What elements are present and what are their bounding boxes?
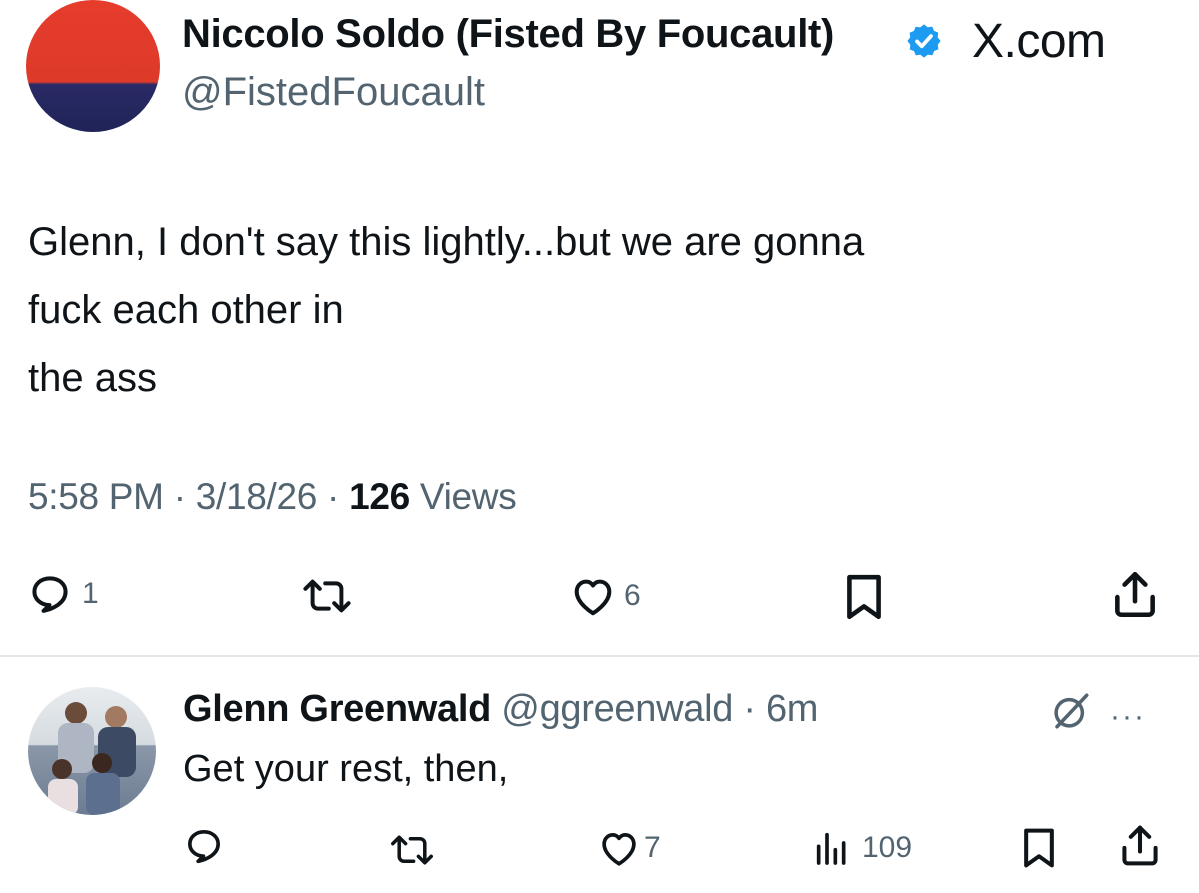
reply-icon [28, 572, 72, 616]
share-icon [1110, 568, 1160, 622]
tweet-meta: 5:58 PM · 3/18/26 · 126 Views [28, 476, 517, 518]
tweet-text-line: the ass [28, 356, 157, 400]
author-handle[interactable]: @FistedFoucault [182, 70, 485, 115]
meta-separator: · [327, 476, 340, 517]
reply-author-name[interactable]: Glenn Greenwald [183, 688, 491, 730]
retweet-icon [388, 830, 436, 870]
reply-author-handle[interactable]: @ggreenwald [501, 688, 733, 730]
reply-avatar[interactable] [28, 687, 156, 815]
tweet-date[interactable]: 3/18/26 [196, 476, 318, 517]
tweet-text-line: fuck each other in [28, 288, 344, 332]
more-icon: ··· [1110, 700, 1146, 733]
reply-views-button[interactable]: 109 [812, 828, 912, 868]
reply-header: Glenn Greenwald @ggreenwald · 6m [183, 688, 818, 731]
like-count: 6 [624, 579, 641, 612]
reply-bookmark-button[interactable] [1020, 826, 1058, 870]
more-button[interactable]: ··· [1110, 700, 1146, 734]
tweet-text-line: Glenn, I don't say this lightly...but we… [28, 220, 865, 264]
share-icon [1118, 822, 1162, 870]
grok-icon [1050, 693, 1092, 736]
reply-button[interactable]: 1 [28, 572, 99, 616]
views-icon [812, 828, 852, 868]
reply-like-button[interactable]: 7 [598, 828, 661, 868]
tweet-text: Glenn, I don't say this lightly...but we… [28, 208, 1148, 412]
brand-watermark: X.com [972, 15, 1106, 68]
retweet-button[interactable] [300, 574, 354, 618]
bookmark-button[interactable] [842, 572, 886, 622]
retweet-icon [300, 574, 354, 618]
reply-share-button[interactable] [1118, 822, 1162, 870]
author-avatar[interactable] [26, 0, 160, 132]
bookmark-icon [1020, 826, 1058, 870]
bookmark-icon [842, 572, 886, 622]
views-label[interactable]: Views [420, 476, 517, 517]
author-display-name[interactable]: Niccolo Soldo (Fisted By Foucault) [182, 12, 834, 57]
like-icon [598, 828, 640, 868]
reply-count: 1 [82, 577, 99, 610]
like-button[interactable]: 6 [570, 574, 641, 618]
reply-icon [184, 826, 224, 866]
meta-separator: · [743, 688, 756, 730]
reply-retweet-button[interactable] [388, 830, 436, 870]
tweet-time[interactable]: 5:58 PM [28, 476, 164, 517]
divider [0, 655, 1199, 657]
reply-reply-button[interactable] [184, 826, 224, 866]
like-icon [570, 574, 616, 618]
verified-badge-icon [905, 22, 943, 60]
meta-separator: · [173, 476, 186, 517]
reply-age[interactable]: 6m [766, 688, 819, 730]
grok-button[interactable] [1050, 690, 1092, 737]
reply-views-count: 109 [862, 831, 913, 864]
reply-text: Get your rest, then, [183, 748, 509, 790]
reply-like-count: 7 [644, 831, 661, 864]
share-button[interactable] [1110, 568, 1160, 622]
views-count[interactable]: 126 [349, 476, 410, 517]
